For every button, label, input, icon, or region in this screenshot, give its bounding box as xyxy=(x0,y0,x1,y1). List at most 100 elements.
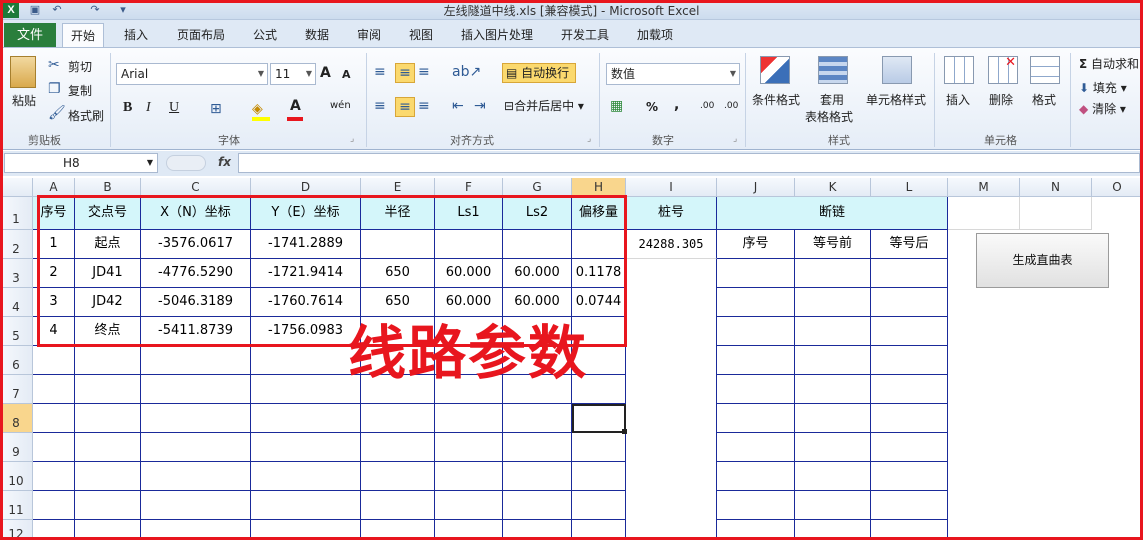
station-value[interactable]: 24288.305 xyxy=(626,230,717,259)
selected-cell-h8[interactable] xyxy=(572,404,626,433)
align-bottom-icon[interactable]: ≡ xyxy=(418,63,430,81)
fill-handle[interactable] xyxy=(622,429,627,434)
chain-subheader[interactable]: 等号后 xyxy=(871,230,948,259)
tab-addins[interactable]: 加载项 xyxy=(629,23,681,48)
insert-function-icon[interactable]: fx xyxy=(218,155,231,169)
percent-button[interactable]: % xyxy=(646,100,658,114)
row-header-12[interactable]: 12 xyxy=(0,520,33,540)
station-header[interactable]: 桩号 xyxy=(626,197,717,230)
number-format-select[interactable]: 数值 ▼ xyxy=(606,63,740,85)
generate-curve-table-button[interactable]: 生成直曲表 xyxy=(976,233,1109,288)
formula-input[interactable] xyxy=(238,153,1140,173)
tab-view[interactable]: 视图 xyxy=(401,23,441,48)
format-as-table-icon[interactable] xyxy=(818,56,848,84)
format-as-table-button[interactable]: 套用 xyxy=(820,91,844,108)
copy-button[interactable]: 复制 xyxy=(68,82,92,99)
column-header-l[interactable]: L xyxy=(871,178,948,197)
bold-button[interactable]: B xyxy=(123,100,132,116)
autosum-button[interactable]: Σ 自动求和 xyxy=(1079,55,1139,72)
tab-developer[interactable]: 开发工具 xyxy=(553,23,617,48)
conditional-format-button[interactable]: 条件格式 xyxy=(752,91,800,108)
column-header-n[interactable]: N xyxy=(1020,178,1092,197)
column-header-j[interactable]: J xyxy=(717,178,795,197)
wrap-text-button[interactable]: ▤ 自动换行 xyxy=(502,63,576,83)
tab-data[interactable]: 数据 xyxy=(297,23,337,48)
orientation-icon[interactable]: ab↗ xyxy=(452,63,481,81)
phonetic-button[interactable]: wén xyxy=(330,100,351,111)
cell-styles-button[interactable]: 单元格样式 xyxy=(866,91,926,108)
row-header-5[interactable]: 5 xyxy=(0,317,33,346)
fill-color-icon[interactable]: ◈ xyxy=(252,100,263,118)
row-header-1[interactable]: 1 xyxy=(0,197,33,230)
delete-cells-button[interactable]: 删除 xyxy=(989,91,1013,108)
column-header-o[interactable]: O xyxy=(1092,178,1143,197)
row-header-4[interactable]: 4 xyxy=(0,288,33,317)
tab-file[interactable]: 文件 xyxy=(4,23,56,48)
chain-subheader[interactable]: 序号 xyxy=(717,230,795,259)
delete-cells-icon[interactable]: ✕ xyxy=(988,55,1018,84)
formula-bar-resize-handle[interactable] xyxy=(166,155,206,171)
tab-home[interactable]: 开始 xyxy=(62,23,105,48)
row-header-9[interactable]: 9 xyxy=(0,433,33,462)
format-cells-icon[interactable] xyxy=(1030,56,1060,84)
tab-insert-picture[interactable]: 插入图片处理 xyxy=(453,23,541,48)
tab-formulas[interactable]: 公式 xyxy=(245,23,285,48)
tab-insert[interactable]: 插入 xyxy=(116,23,156,48)
cell-styles-icon[interactable] xyxy=(882,56,912,84)
insert-cells-icon[interactable] xyxy=(944,56,974,84)
column-header-i[interactable]: I xyxy=(626,178,717,197)
empty-cell[interactable] xyxy=(1020,197,1092,230)
font-color-button[interactable]: A xyxy=(290,98,301,114)
align-top-icon[interactable]: ≡ xyxy=(374,63,386,81)
comma-button[interactable]: , xyxy=(674,97,679,113)
paste-icon[interactable] xyxy=(10,56,36,88)
grow-font-button[interactable]: A xyxy=(320,65,331,81)
row-header-7[interactable]: 7 xyxy=(0,375,33,404)
align-middle-icon[interactable]: ≡ xyxy=(395,63,415,83)
copy-icon[interactable]: ❐ xyxy=(48,80,61,98)
conditional-format-icon[interactable] xyxy=(760,56,790,84)
empty-cell[interactable] xyxy=(948,197,1020,230)
align-right-icon[interactable]: ≡ xyxy=(418,97,430,115)
underline-button[interactable]: U xyxy=(169,100,179,116)
dialog-launcher-icon[interactable]: ⌟ xyxy=(350,130,354,148)
font-size-select[interactable]: 11 ▼ xyxy=(270,63,316,85)
row-header-11[interactable]: 11 xyxy=(0,491,33,520)
align-center-icon[interactable]: ≡ xyxy=(395,97,415,117)
italic-button[interactable]: I xyxy=(146,100,151,116)
increase-decimal-button[interactable]: .00 xyxy=(700,101,714,111)
format-painter-icon[interactable]: 🖌 xyxy=(48,104,66,122)
merge-center-button[interactable]: ⊟合并后居中 ▾ xyxy=(504,97,584,115)
border-icon[interactable]: ⊞ xyxy=(210,100,222,118)
fill-button[interactable]: ⬇ 填充 ▾ xyxy=(1079,79,1127,96)
column-header-m[interactable]: M xyxy=(948,178,1020,197)
format-painter-button[interactable]: 格式刷 xyxy=(68,107,104,124)
clear-button[interactable]: ◆ 清除 ▾ xyxy=(1079,100,1126,117)
tab-review[interactable]: 审阅 xyxy=(349,23,389,48)
decrease-indent-icon[interactable]: ⇤ xyxy=(452,97,464,115)
row-header-8[interactable]: 8 xyxy=(0,404,33,433)
cut-icon[interactable]: ✂ xyxy=(48,56,60,74)
decrease-decimal-button[interactable]: .00 xyxy=(724,101,738,111)
row-header-3[interactable]: 3 xyxy=(0,259,33,288)
font-name-select[interactable]: Arial ▼ xyxy=(116,63,268,85)
row-header-10[interactable]: 10 xyxy=(0,462,33,491)
align-left-icon[interactable]: ≡ xyxy=(374,97,386,115)
row-header-6[interactable]: 6 xyxy=(0,346,33,375)
column-header-k[interactable]: K xyxy=(795,178,871,197)
chain-subheader[interactable]: 等号前 xyxy=(795,230,871,259)
cut-button[interactable]: 剪切 xyxy=(68,58,92,75)
select-all-corner[interactable] xyxy=(0,178,33,197)
name-box[interactable]: H8 ▼ xyxy=(4,153,158,173)
dialog-launcher-icon[interactable]: ⌟ xyxy=(733,130,737,148)
row-header-2[interactable]: 2 xyxy=(0,230,33,259)
tab-page-layout[interactable]: 页面布局 xyxy=(169,23,233,48)
increase-indent-icon[interactable]: ⇥ xyxy=(474,97,486,115)
format-cells-button[interactable]: 格式 xyxy=(1032,91,1056,108)
currency-icon[interactable]: ▦ xyxy=(610,97,623,115)
insert-cells-button[interactable]: 插入 xyxy=(946,91,970,108)
dialog-launcher-icon[interactable]: ⌟ xyxy=(587,130,591,148)
paste-button[interactable]: 粘贴 xyxy=(12,92,36,109)
chain-break-header[interactable]: 断链 xyxy=(717,197,948,230)
shrink-font-button[interactable]: A xyxy=(342,68,351,81)
